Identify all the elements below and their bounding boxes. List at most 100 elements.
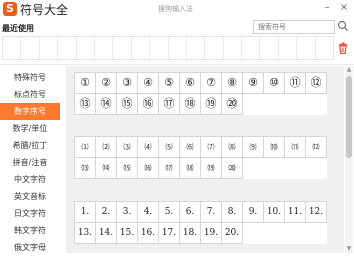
symbol-cell[interactable]: ⑦ — [201, 73, 222, 94]
symbol-cell[interactable]: ⑬ — [75, 94, 96, 115]
symbol-cell[interactable]: 2. — [96, 202, 117, 223]
symbol-cell[interactable]: ⑧ — [222, 73, 243, 94]
symbol-cell[interactable]: 9. — [243, 202, 264, 223]
recent-symbol-cell[interactable] — [3, 37, 22, 59]
symbol-cell[interactable]: 8. — [222, 202, 243, 223]
recent-symbol-cell[interactable] — [113, 37, 132, 59]
symbol-cell[interactable]: ① — [75, 73, 96, 94]
symbol-cell[interactable]: 15. — [117, 223, 138, 244]
app-title: 符号大全 — [20, 3, 69, 17]
symbol-cell[interactable]: 19. — [201, 223, 222, 244]
symbol-cell[interactable]: ⒅ — [180, 158, 201, 179]
symbol-cell[interactable]: ⒇ — [222, 158, 243, 179]
symbol-cell[interactable]: ⑮ — [117, 94, 138, 115]
recent-symbol-cell[interactable] — [242, 37, 261, 59]
recent-symbol-cell[interactable] — [205, 37, 224, 59]
symbol-cell[interactable]: ⑯ — [138, 94, 159, 115]
symbol-cell[interactable]: 14. — [96, 223, 117, 244]
symbol-cell[interactable]: ⒄ — [159, 158, 180, 179]
symbol-cell[interactable]: ⑲ — [201, 94, 222, 115]
scrollbar[interactable]: ▲ ▼ — [345, 66, 353, 253]
recent-symbol-cell[interactable] — [279, 37, 298, 59]
sidebar-item[interactable]: 标点符号 — [0, 86, 60, 103]
symbol-cell[interactable]: ④ — [138, 73, 159, 94]
recent-symbol-cell[interactable] — [187, 37, 206, 59]
symbol-cell[interactable]: ⑨ — [243, 73, 264, 94]
symbol-cell[interactable]: 13. — [75, 223, 96, 244]
symbol-cell[interactable]: ⑱ — [180, 94, 201, 115]
recent-symbol-cell[interactable] — [132, 37, 151, 59]
sidebar-item[interactable]: 俄文字母 — [0, 239, 60, 256]
search-icon[interactable] — [337, 19, 349, 33]
recent-symbol-cell[interactable] — [95, 37, 114, 59]
symbol-cell[interactable]: ⑰ — [159, 94, 180, 115]
recent-symbol-cell[interactable] — [40, 37, 59, 59]
symbol-cell[interactable]: ⑾ — [285, 137, 306, 158]
symbol-cell[interactable]: ③ — [117, 73, 138, 94]
symbol-cell[interactable]: ⒁ — [96, 158, 117, 179]
symbol-cell[interactable]: ⑼ — [243, 137, 264, 158]
symbol-cell[interactable]: ⑿ — [306, 137, 327, 158]
symbol-cell[interactable]: ⒀ — [75, 158, 96, 179]
symbol-cell[interactable]: 3. — [117, 202, 138, 223]
scrollbar-thumb[interactable] — [346, 76, 352, 158]
symbol-cell[interactable]: 17. — [159, 223, 180, 244]
symbol-cell[interactable]: ⑹ — [180, 137, 201, 158]
symbol-cell[interactable]: 12. — [306, 202, 327, 223]
symbol-cell[interactable]: ⑪ — [285, 73, 306, 94]
period-numbers-grid: 1. 2. 3. 4. 5. 6. 7. 8. 9. 10. 11. 12. 13. 14. 15. 16. 1… — [74, 201, 327, 244]
recent-symbol-cell[interactable] — [58, 37, 77, 59]
sidebar-item[interactable]: 韩文字符 — [0, 222, 60, 239]
symbol-cell[interactable]: 18. — [180, 223, 201, 244]
symbol-cell[interactable]: 10. — [264, 202, 285, 223]
sidebar-item[interactable]: 拼音/注音 — [0, 154, 60, 171]
symbol-cell[interactable]: ⑩ — [264, 73, 285, 94]
symbol-cell[interactable]: 4. — [138, 202, 159, 223]
recent-symbol-cell[interactable] — [297, 37, 316, 59]
symbol-cell[interactable]: ⑳ — [222, 94, 243, 115]
recent-symbol-cell[interactable] — [169, 37, 187, 59]
symbol-cell[interactable]: ⒂ — [117, 158, 138, 179]
search-input[interactable] — [253, 20, 335, 34]
symbol-cell[interactable]: ⑴ — [75, 137, 96, 158]
symbol-cell[interactable]: 1. — [75, 202, 96, 223]
sidebar-item[interactable]: 英文音标 — [0, 188, 60, 205]
minimize-button[interactable]: – — [321, 2, 333, 14]
symbol-cell[interactable]: ⑶ — [117, 137, 138, 158]
symbol-cell[interactable]: ⑽ — [264, 137, 285, 158]
symbol-cell[interactable]: ② — [96, 73, 117, 94]
recent-symbol-cell[interactable] — [260, 37, 279, 59]
symbol-cell[interactable]: ⑵ — [96, 137, 117, 158]
close-button[interactable]: × — [338, 2, 350, 14]
symbol-cell[interactable]: ⑷ — [138, 137, 159, 158]
recent-symbol-cell[interactable] — [224, 37, 243, 59]
sidebar-item[interactable]: 中文字符 — [0, 171, 60, 188]
sidebar-item[interactable]: 特殊符号 — [0, 69, 60, 86]
symbol-cell[interactable]: ⑥ — [180, 73, 201, 94]
symbol-cell[interactable]: ⑫ — [306, 73, 327, 94]
scroll-down-icon[interactable]: ▼ — [345, 245, 353, 253]
symbol-cell[interactable]: 6. — [180, 202, 201, 223]
symbol-cell[interactable]: 7. — [201, 202, 222, 223]
symbol-cell[interactable]: ⑸ — [159, 137, 180, 158]
symbol-cell[interactable]: ⑤ — [159, 73, 180, 94]
recent-symbol-cell[interactable] — [77, 37, 95, 59]
symbol-cell[interactable]: 16. — [138, 223, 159, 244]
trash-icon[interactable] — [338, 42, 348, 54]
symbol-cell[interactable]: ⑺ — [201, 137, 222, 158]
symbol-cell[interactable]: 5. — [159, 202, 180, 223]
scroll-up-icon[interactable]: ▲ — [345, 66, 353, 74]
symbol-cell[interactable]: ⑭ — [96, 94, 117, 115]
recent-symbol-cell[interactable] — [21, 37, 40, 59]
symbol-cell[interactable]: ⒃ — [138, 158, 159, 179]
symbol-cell[interactable]: ⑻ — [222, 137, 243, 158]
symbol-cell[interactable]: 20. — [222, 223, 243, 244]
symbol-cell[interactable]: ⒆ — [201, 158, 222, 179]
recent-symbol-cell[interactable] — [316, 37, 333, 59]
recent-symbol-cell[interactable] — [150, 37, 169, 59]
sidebar-item[interactable]: 希腊/拉丁 — [0, 137, 60, 154]
sidebar-item[interactable]: 日文字符 — [0, 205, 60, 222]
sidebar-item[interactable]: 数字序号 — [0, 103, 60, 120]
sidebar-item[interactable]: 数学/单位 — [0, 120, 60, 137]
symbol-cell[interactable]: 11. — [285, 202, 306, 223]
